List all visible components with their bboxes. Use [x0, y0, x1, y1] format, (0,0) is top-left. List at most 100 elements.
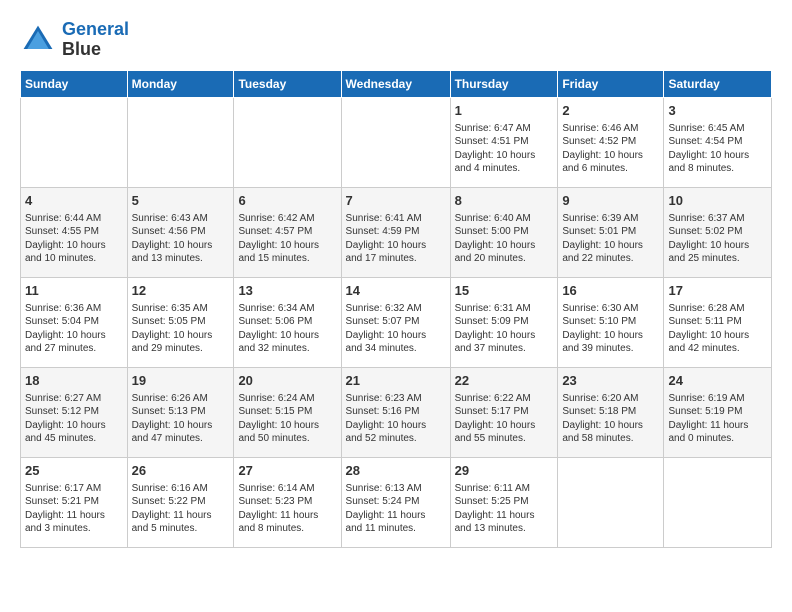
calendar-cell	[234, 97, 341, 187]
calendar-cell: 6 Sunrise: 6:42 AM Sunset: 4:57 PM Daylig…	[234, 187, 341, 277]
day-info: Sunrise: 6:27 AM Sunset: 5:12 PM Dayligh…	[25, 392, 123, 446]
day-number: 3	[668, 102, 767, 120]
logo-icon	[20, 22, 56, 58]
calendar-body: 1 Sunrise: 6:47 AM Sunset: 4:51 PM Daylig…	[21, 97, 772, 547]
day-number: 5	[132, 192, 230, 210]
header-row: SundayMondayTuesdayWednesdayThursdayFrid…	[21, 70, 772, 97]
logo-text: GeneralBlue	[62, 20, 129, 60]
calendar-cell	[664, 457, 772, 547]
header-cell-sunday: Sunday	[21, 70, 128, 97]
day-info: Sunrise: 6:11 AM Sunset: 5:25 PM Dayligh…	[455, 482, 554, 536]
calendar-cell: 26 Sunrise: 6:16 AM Sunset: 5:22 PM Dayli…	[127, 457, 234, 547]
day-info: Sunrise: 6:36 AM Sunset: 5:04 PM Dayligh…	[25, 302, 123, 356]
day-info: Sunrise: 6:44 AM Sunset: 4:55 PM Dayligh…	[25, 212, 123, 266]
calendar-cell: 14Sunrise: 6:32 AM Sunset: 5:07 PM Dayli…	[341, 277, 450, 367]
day-number: 29	[455, 462, 554, 480]
day-info: Sunrise: 6:34 AM Sunset: 5:06 PM Dayligh…	[238, 302, 336, 356]
day-number: 19	[132, 372, 230, 390]
calendar-row: 18Sunrise: 6:27 AM Sunset: 5:12 PM Dayli…	[21, 367, 772, 457]
day-number: 16	[562, 282, 659, 300]
calendar-cell: 10 Sunrise: 6:37 AM Sunset: 5:02 PM Dayli…	[664, 187, 772, 277]
day-number: 9	[562, 192, 659, 210]
day-number: 22	[455, 372, 554, 390]
day-info: Sunrise: 6:13 AM Sunset: 5:24 PM Dayligh…	[346, 482, 446, 536]
day-info: Sunrise: 6:47 AM Sunset: 4:51 PM Dayligh…	[455, 122, 554, 176]
calendar-cell: 4 Sunrise: 6:44 AM Sunset: 4:55 PM Daylig…	[21, 187, 128, 277]
calendar-cell: 11 Sunrise: 6:36 AM Sunset: 5:04 PM Dayli…	[21, 277, 128, 367]
day-number: 17	[668, 282, 767, 300]
calendar-header: SundayMondayTuesdayWednesdayThursdayFrid…	[21, 70, 772, 97]
calendar-cell: 17 Sunrise: 6:28 AM Sunset: 5:11 PM Dayli…	[664, 277, 772, 367]
day-info: Sunrise: 6:30 AM Sunset: 5:10 PM Dayligh…	[562, 302, 659, 356]
day-info: Sunrise: 6:42 AM Sunset: 4:57 PM Dayligh…	[238, 212, 336, 266]
day-number: 11	[25, 282, 123, 300]
calendar-cell	[21, 97, 128, 187]
header-cell-monday: Monday	[127, 70, 234, 97]
calendar-cell: 13 Sunrise: 6:34 AM Sunset: 5:06 PM Dayli…	[234, 277, 341, 367]
header-cell-saturday: Saturday	[664, 70, 772, 97]
calendar-cell: 12 Sunrise: 6:35 AM Sunset: 5:05 PM Dayli…	[127, 277, 234, 367]
calendar-cell: 27 Sunrise: 6:14 AM Sunset: 5:23 PM Dayli…	[234, 457, 341, 547]
day-info: Sunrise: 6:39 AM Sunset: 5:01 PM Dayligh…	[562, 212, 659, 266]
day-number: 13	[238, 282, 336, 300]
day-number: 14	[346, 282, 446, 300]
day-number: 23	[562, 372, 659, 390]
header-cell-thursday: Thursday	[450, 70, 558, 97]
day-number: 1	[455, 102, 554, 120]
calendar-cell: 25Sunrise: 6:17 AM Sunset: 5:21 PM Dayli…	[21, 457, 128, 547]
day-info: Sunrise: 6:35 AM Sunset: 5:05 PM Dayligh…	[132, 302, 230, 356]
day-number: 7	[346, 192, 446, 210]
day-number: 6	[238, 192, 336, 210]
calendar-row: 25Sunrise: 6:17 AM Sunset: 5:21 PM Dayli…	[21, 457, 772, 547]
day-info: Sunrise: 6:26 AM Sunset: 5:13 PM Dayligh…	[132, 392, 230, 446]
day-info: Sunrise: 6:23 AM Sunset: 5:16 PM Dayligh…	[346, 392, 446, 446]
calendar-cell: 7Sunrise: 6:41 AM Sunset: 4:59 PM Daylig…	[341, 187, 450, 277]
calendar-cell: 18Sunrise: 6:27 AM Sunset: 5:12 PM Dayli…	[21, 367, 128, 457]
calendar-table: SundayMondayTuesdayWednesdayThursdayFrid…	[20, 70, 772, 548]
day-number: 10	[668, 192, 767, 210]
day-info: Sunrise: 6:46 AM Sunset: 4:52 PM Dayligh…	[562, 122, 659, 176]
calendar-cell: 28 Sunrise: 6:13 AM Sunset: 5:24 PM Dayli…	[341, 457, 450, 547]
day-info: Sunrise: 6:19 AM Sunset: 5:19 PM Dayligh…	[668, 392, 767, 446]
calendar-cell	[341, 97, 450, 187]
day-number: 28	[346, 462, 446, 480]
day-info: Sunrise: 6:31 AM Sunset: 5:09 PM Dayligh…	[455, 302, 554, 356]
day-info: Sunrise: 6:16 AM Sunset: 5:22 PM Dayligh…	[132, 482, 230, 536]
day-info: Sunrise: 6:40 AM Sunset: 5:00 PM Dayligh…	[455, 212, 554, 266]
calendar-cell: 2 Sunrise: 6:46 AM Sunset: 4:52 PM Daylig…	[558, 97, 664, 187]
day-number: 20	[238, 372, 336, 390]
day-info: Sunrise: 6:20 AM Sunset: 5:18 PM Dayligh…	[562, 392, 659, 446]
calendar-cell: 15 Sunrise: 6:31 AM Sunset: 5:09 PM Dayli…	[450, 277, 558, 367]
logo: GeneralBlue	[20, 20, 129, 60]
day-number: 2	[562, 102, 659, 120]
day-info: Sunrise: 6:22 AM Sunset: 5:17 PM Dayligh…	[455, 392, 554, 446]
calendar-cell: 19 Sunrise: 6:26 AM Sunset: 5:13 PM Dayli…	[127, 367, 234, 457]
day-info: Sunrise: 6:17 AM Sunset: 5:21 PM Dayligh…	[25, 482, 123, 536]
calendar-row: 4 Sunrise: 6:44 AM Sunset: 4:55 PM Daylig…	[21, 187, 772, 277]
day-number: 24	[668, 372, 767, 390]
calendar-cell: 20 Sunrise: 6:24 AM Sunset: 5:15 PM Dayli…	[234, 367, 341, 457]
day-info: Sunrise: 6:14 AM Sunset: 5:23 PM Dayligh…	[238, 482, 336, 536]
calendar-row: 11 Sunrise: 6:36 AM Sunset: 5:04 PM Dayli…	[21, 277, 772, 367]
calendar-cell: 23 Sunrise: 6:20 AM Sunset: 5:18 PM Dayli…	[558, 367, 664, 457]
day-info: Sunrise: 6:45 AM Sunset: 4:54 PM Dayligh…	[668, 122, 767, 176]
calendar-cell: 16 Sunrise: 6:30 AM Sunset: 5:10 PM Dayli…	[558, 277, 664, 367]
day-number: 21	[346, 372, 446, 390]
header-cell-wednesday: Wednesday	[341, 70, 450, 97]
day-info: Sunrise: 6:28 AM Sunset: 5:11 PM Dayligh…	[668, 302, 767, 356]
day-info: Sunrise: 6:24 AM Sunset: 5:15 PM Dayligh…	[238, 392, 336, 446]
day-info: Sunrise: 6:37 AM Sunset: 5:02 PM Dayligh…	[668, 212, 767, 266]
day-number: 12	[132, 282, 230, 300]
header-cell-friday: Friday	[558, 70, 664, 97]
calendar-cell: 8Sunrise: 6:40 AM Sunset: 5:00 PM Daylig…	[450, 187, 558, 277]
day-number: 15	[455, 282, 554, 300]
calendar-cell: 29 Sunrise: 6:11 AM Sunset: 5:25 PM Dayli…	[450, 457, 558, 547]
day-number: 4	[25, 192, 123, 210]
calendar-cell: 3 Sunrise: 6:45 AM Sunset: 4:54 PM Daylig…	[664, 97, 772, 187]
day-number: 26	[132, 462, 230, 480]
calendar-cell: 21 Sunrise: 6:23 AM Sunset: 5:16 PM Dayli…	[341, 367, 450, 457]
calendar-cell: 22 Sunrise: 6:22 AM Sunset: 5:17 PM Dayli…	[450, 367, 558, 457]
day-number: 27	[238, 462, 336, 480]
calendar-row: 1 Sunrise: 6:47 AM Sunset: 4:51 PM Daylig…	[21, 97, 772, 187]
day-info: Sunrise: 6:43 AM Sunset: 4:56 PM Dayligh…	[132, 212, 230, 266]
